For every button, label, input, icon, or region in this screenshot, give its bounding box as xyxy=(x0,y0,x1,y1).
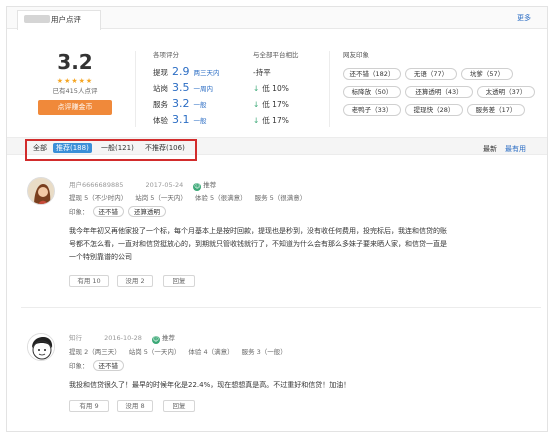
impression-tag[interactable]: 老鸭子（33） xyxy=(343,104,401,116)
avatar-photo-icon xyxy=(28,178,54,204)
compare-item: ↓ 低 10% xyxy=(253,84,289,93)
useless-button[interactable]: 没用 2 xyxy=(117,275,153,287)
compare-item: ↓ 低 17% xyxy=(253,116,289,125)
divider xyxy=(135,51,136,127)
metrics-title: 各项评分 xyxy=(153,51,179,59)
review-meta: 知行 2016-10-28 ☺ 推荐 xyxy=(69,332,175,344)
impression-tag[interactable]: 服务差（17） xyxy=(467,104,525,116)
review-date: 2017-05-24 xyxy=(145,181,184,189)
review-meta: 用户6666689885 2017-05-24 ☺ 推荐 xyxy=(69,179,216,191)
down-arrow-icon: ↓ xyxy=(253,84,260,93)
blurred-platform-name xyxy=(24,15,50,23)
more-link[interactable]: 更多 xyxy=(517,13,531,23)
review-separator xyxy=(21,307,541,308)
compare-item: -持平 xyxy=(253,68,271,77)
review-scores: 提现 5（不少时内） 站岗 5（一天内） 体验 5（很满意） 服务 5（很满意） xyxy=(69,194,307,202)
reply-button[interactable]: 回复 xyxy=(163,275,195,287)
impression-tag[interactable]: 无语（77） xyxy=(405,68,457,80)
metric-row: 体验 3.1 一般 xyxy=(153,113,207,126)
filter-not-recommend[interactable]: 不推荐(106) xyxy=(145,143,185,153)
star-rating: ★★★★★ xyxy=(56,77,94,85)
metric-row: 提现 2.9 两三天内 xyxy=(153,65,220,78)
impression-tag[interactable]: 还不错（182） xyxy=(343,68,401,80)
useless-button[interactable]: 没用 8 xyxy=(117,400,153,412)
review-panel: 用户点评 更多 3.2 ★★★★★ 已有415人点评 点评赚金币 各项评分 提现… xyxy=(6,6,548,432)
impression-tag[interactable]: 坑爹（57） xyxy=(461,68,513,80)
down-arrow-icon: ↓ xyxy=(253,100,260,109)
filter-normal[interactable]: 一般(121) xyxy=(101,143,134,153)
compare-title: 与全部平台相比 xyxy=(253,51,299,59)
useful-button[interactable]: 有用 10 xyxy=(69,275,109,287)
panel-header: 用户点评 更多 xyxy=(7,7,547,30)
filter-all[interactable]: 全部 xyxy=(33,143,47,153)
review-text: 我投和信贷很久了！最早的时候年化是22.4%，现在想想真是高。不过重好和信贷！加… xyxy=(69,381,351,389)
review-scores: 提现 2（两三天） 站岗 5（一天内） 体验 4（满意） 服务 3（一般） xyxy=(69,348,287,356)
impressions-title: 网友印象 xyxy=(343,51,369,59)
smile-icon: ☺ xyxy=(151,336,160,344)
impression-tag[interactable]: 提现快（28） xyxy=(405,104,463,116)
write-review-button[interactable]: 点评赚金币 xyxy=(38,100,112,115)
review-date: 2016-10-28 xyxy=(104,334,142,342)
compare-item: ↓ 低 17% xyxy=(253,100,289,109)
reviewer-name[interactable]: 用户6666689885 xyxy=(69,181,123,189)
sort-latest[interactable]: 最新 xyxy=(483,144,497,154)
recommend-badge: ☺ 推荐 xyxy=(193,181,217,191)
down-arrow-icon: ↓ xyxy=(253,116,260,125)
metric-row: 服务 3.2 一般 xyxy=(153,97,207,110)
impression-tag: 还算透明 xyxy=(128,206,166,217)
avatar xyxy=(27,333,55,361)
reply-button[interactable]: 回复 xyxy=(163,400,195,412)
recommend-badge: ☺ 推荐 xyxy=(151,334,175,344)
review-impressions: 印象： 还不错 xyxy=(69,360,124,371)
impression-tag[interactable]: 太透明（37） xyxy=(477,86,535,98)
score-value: 3.2 xyxy=(57,50,93,74)
filter-recommend[interactable]: 推荐(188) xyxy=(53,143,92,153)
smile-icon: ☺ xyxy=(193,183,202,191)
cartoon-face-icon xyxy=(28,334,54,360)
useful-button[interactable]: 有用 9 xyxy=(69,400,109,412)
divider xyxy=(329,51,330,127)
tab-user-reviews[interactable]: 用户点评 xyxy=(17,10,101,30)
metric-row: 站岗 3.5 一周内 xyxy=(153,81,213,94)
avatar xyxy=(27,177,55,205)
impression-tag: 还不错 xyxy=(92,360,124,371)
review-text: 我今年年初又再他家投了一个标，每个月基本上是按时回款，提现也是秒到，没有收任何费… xyxy=(69,227,447,261)
review-count: 已有415人点评 xyxy=(52,87,98,95)
impression-tag: 还不错 xyxy=(92,206,124,217)
overall-score: 3.2 ★★★★★ 已有415人点评 点评赚金币 xyxy=(31,51,119,115)
sort-most-useful[interactable]: 最有用 xyxy=(505,144,526,154)
impression-tag[interactable]: 还算透明（43） xyxy=(405,86,473,98)
impression-tag[interactable]: 标降放（50） xyxy=(343,86,401,98)
reviewer-name[interactable]: 知行 xyxy=(69,334,82,342)
review-impressions: 印象： 还不错 还算透明 xyxy=(69,206,166,217)
